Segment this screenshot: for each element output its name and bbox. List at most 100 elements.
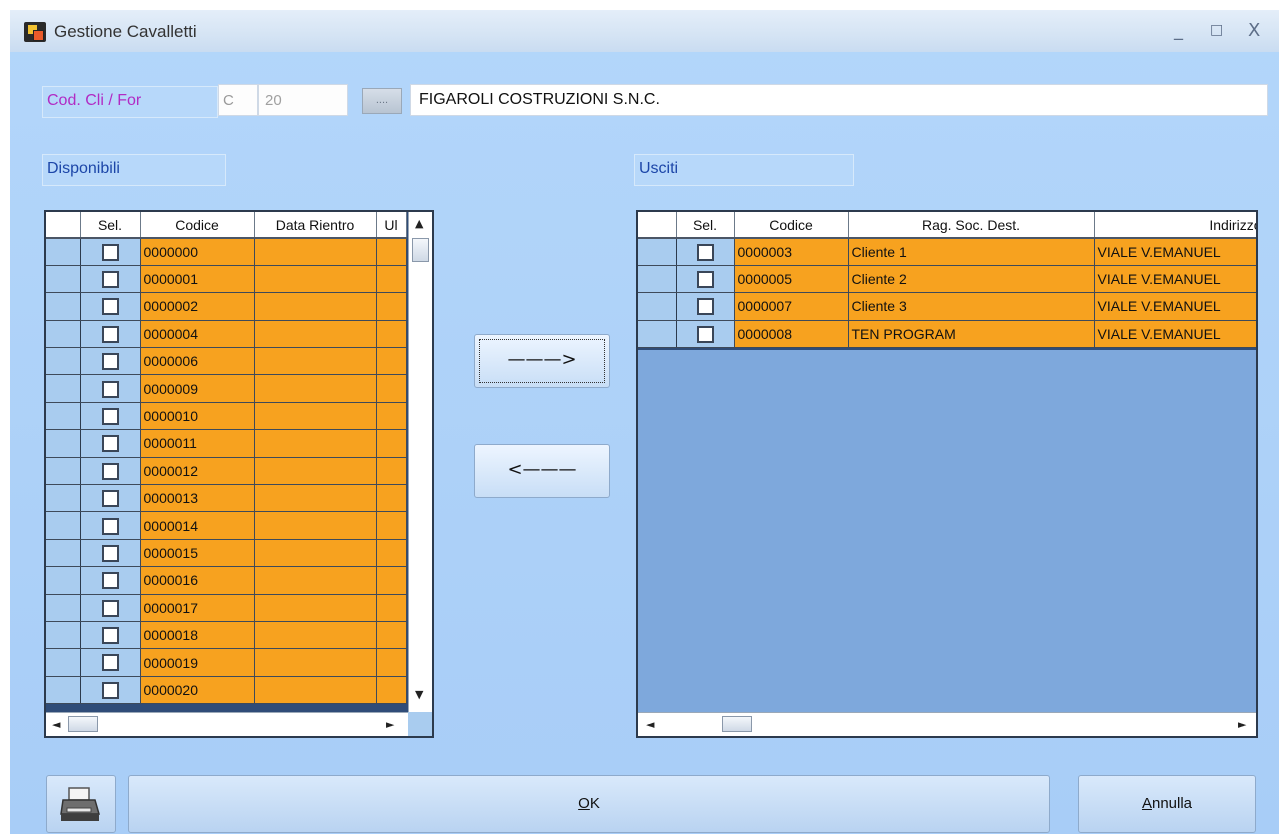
codice-cell[interactable]: 0000015 xyxy=(140,539,255,568)
print-button[interactable] xyxy=(46,775,116,833)
select-checkbox[interactable] xyxy=(696,243,714,261)
table-row[interactable]: 0000000 xyxy=(46,238,407,266)
row-header[interactable] xyxy=(46,292,81,321)
table-row[interactable]: 0000001 xyxy=(46,265,407,294)
row-header[interactable] xyxy=(46,374,81,403)
scroll-left-icon[interactable]: ◄ xyxy=(52,718,60,731)
select-checkbox-cell[interactable] xyxy=(80,594,141,622)
data-rientro-cell[interactable] xyxy=(254,621,377,650)
data-rientro-cell[interactable] xyxy=(254,539,377,568)
scroll-right-icon[interactable]: ► xyxy=(1238,718,1246,731)
row-header[interactable] xyxy=(46,648,81,677)
row-header[interactable] xyxy=(46,566,81,595)
row-header[interactable] xyxy=(46,402,81,431)
ul-cell[interactable] xyxy=(376,265,407,294)
left-horizontal-scrollbar[interactable]: ◄ ► xyxy=(46,712,408,736)
lookup-button[interactable]: .... xyxy=(362,88,402,114)
move-right-button[interactable]: ———> xyxy=(474,334,610,388)
select-checkbox[interactable] xyxy=(101,654,119,672)
data-rientro-cell[interactable] xyxy=(254,648,377,677)
select-checkbox[interactable] xyxy=(101,627,119,645)
table-row[interactable]: 0000016 xyxy=(46,566,407,595)
select-checkbox[interactable] xyxy=(101,407,119,425)
select-checkbox-cell[interactable] xyxy=(80,292,141,321)
table-row[interactable]: 0000011 xyxy=(46,429,407,458)
data-rientro-cell[interactable] xyxy=(254,402,377,431)
maximize-button[interactable]: □ xyxy=(1210,22,1223,38)
rag-soc-dest-cell[interactable]: Cliente 1 xyxy=(848,238,1095,266)
left-vscroll-thumb[interactable] xyxy=(412,238,429,262)
right-horizontal-scrollbar[interactable]: ◄ ► xyxy=(638,712,1256,736)
data-rientro-cell[interactable] xyxy=(254,566,377,595)
codice-cell[interactable]: 0000002 xyxy=(140,292,255,321)
data-rientro-cell[interactable] xyxy=(254,457,377,486)
row-header[interactable] xyxy=(46,265,81,294)
table-row[interactable]: 0000010 xyxy=(46,402,407,431)
code-input[interactable]: 20 xyxy=(258,84,348,116)
select-checkbox-cell[interactable] xyxy=(80,566,141,595)
ul-cell[interactable] xyxy=(376,402,407,431)
codice-cell[interactable]: 0000011 xyxy=(140,429,255,458)
codice-cell[interactable]: 0000004 xyxy=(140,320,255,349)
scroll-right-icon[interactable]: ► xyxy=(386,718,394,731)
codice-cell[interactable]: 0000019 xyxy=(140,648,255,677)
select-checkbox-cell[interactable] xyxy=(80,320,141,349)
ul-cell[interactable] xyxy=(376,621,407,650)
data-rientro-cell[interactable] xyxy=(254,265,377,294)
ul-cell[interactable] xyxy=(376,457,407,486)
codice-cell[interactable]: 0000008 xyxy=(734,320,849,349)
ul-cell[interactable] xyxy=(376,238,407,266)
row-header[interactable] xyxy=(46,511,81,540)
right-hscroll-thumb[interactable] xyxy=(722,716,752,732)
ul-cell[interactable] xyxy=(376,347,407,376)
indirizzo-cell[interactable]: VIALE V.EMANUEL xyxy=(1094,320,1256,349)
select-checkbox[interactable] xyxy=(696,298,714,316)
select-checkbox[interactable] xyxy=(101,380,119,398)
ul-cell[interactable] xyxy=(376,566,407,595)
select-checkbox-cell[interactable] xyxy=(80,621,141,650)
table-row[interactable]: 0000017 xyxy=(46,594,407,622)
select-checkbox[interactable] xyxy=(696,270,714,288)
codice-cell[interactable]: 0000018 xyxy=(140,621,255,650)
column-header-sel[interactable]: Sel. xyxy=(80,212,141,239)
row-header[interactable] xyxy=(46,594,81,622)
ul-cell[interactable] xyxy=(376,292,407,321)
minimize-button[interactable]: _ xyxy=(1174,20,1183,41)
row-header[interactable] xyxy=(46,238,81,266)
codice-cell[interactable]: 0000000 xyxy=(140,238,255,266)
row-header[interactable] xyxy=(46,539,81,568)
select-checkbox[interactable] xyxy=(101,517,119,535)
scroll-left-icon[interactable]: ◄ xyxy=(646,718,654,731)
column-header-data-rientro[interactable]: Data Rientro xyxy=(254,212,377,239)
table-row[interactable]: 0000015 xyxy=(46,539,407,568)
left-hscroll-thumb[interactable] xyxy=(68,716,98,732)
codice-cell[interactable]: 0000009 xyxy=(140,374,255,403)
table-row[interactable]: 0000003 Cliente 1 VIALE V.EMANUEL xyxy=(638,238,1256,266)
row-header[interactable] xyxy=(46,320,81,349)
scroll-up-icon[interactable]: ▲ xyxy=(415,217,423,230)
row-header[interactable] xyxy=(638,265,677,294)
select-checkbox-cell[interactable] xyxy=(80,676,141,705)
select-checkbox[interactable] xyxy=(101,353,119,371)
ul-cell[interactable] xyxy=(376,594,407,622)
column-header-indirizzo[interactable]: Indirizzo D xyxy=(1094,212,1256,239)
codice-cell[interactable]: 0000007 xyxy=(734,292,849,321)
move-left-button[interactable]: <——— xyxy=(474,444,610,498)
ul-cell[interactable] xyxy=(376,484,407,513)
select-checkbox[interactable] xyxy=(101,298,119,316)
codice-cell[interactable]: 0000016 xyxy=(140,566,255,595)
column-header-rag-soc-dest[interactable]: Rag. Soc. Dest. xyxy=(848,212,1095,239)
data-rientro-cell[interactable] xyxy=(254,292,377,321)
table-row[interactable]: 0000009 xyxy=(46,374,407,403)
ok-button[interactable]: OK xyxy=(128,775,1050,833)
ul-cell[interactable] xyxy=(376,429,407,458)
select-checkbox[interactable] xyxy=(101,681,119,699)
select-checkbox-cell[interactable] xyxy=(676,320,735,349)
select-checkbox[interactable] xyxy=(101,544,119,562)
select-checkbox-cell[interactable] xyxy=(80,484,141,513)
select-checkbox[interactable] xyxy=(101,572,119,590)
select-checkbox[interactable] xyxy=(101,325,119,343)
select-checkbox[interactable] xyxy=(101,243,119,261)
data-rientro-cell[interactable] xyxy=(254,429,377,458)
column-header-codice[interactable]: Codice xyxy=(734,212,849,239)
